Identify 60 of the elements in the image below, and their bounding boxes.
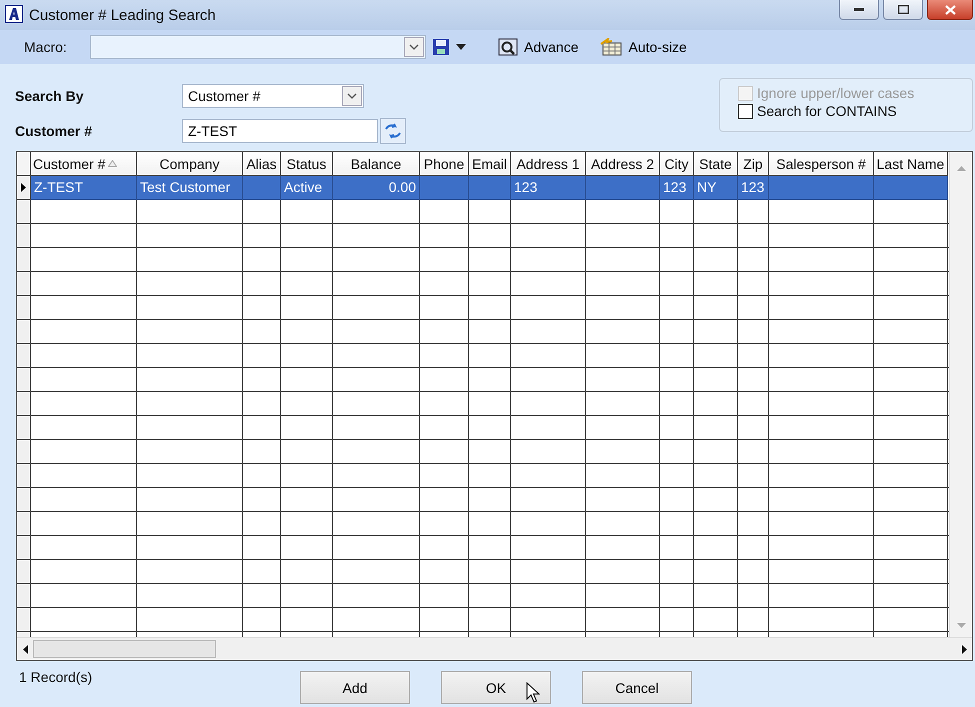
macro-label: Macro: (24, 39, 68, 55)
column-header[interactable]: Email (469, 152, 511, 176)
column-header[interactable]: Status (281, 152, 333, 176)
table-cell: 0.00 (333, 176, 420, 200)
table-cell (420, 176, 469, 200)
column-header[interactable]: Zip (738, 152, 769, 176)
minimize-button[interactable] (839, 0, 879, 20)
table-cell: NY (694, 176, 738, 200)
checkbox-label: Ignore upper/lower cases (757, 85, 914, 101)
magnifier-icon (498, 38, 518, 56)
close-button[interactable] (927, 0, 973, 20)
record-count: 1 Record(s) (19, 669, 94, 685)
search-by-dropdown[interactable]: Customer # (182, 84, 364, 108)
chevron-icon (342, 86, 362, 106)
window-title: Customer # Leading Search (29, 6, 216, 24)
chevron-icon (404, 37, 424, 57)
maximize-button[interactable] (883, 0, 923, 20)
mouse-cursor-icon (526, 682, 540, 704)
save-icon[interactable] (432, 38, 450, 56)
column-header[interactable]: Balance (333, 152, 420, 176)
column-header[interactable]: Address 2 (586, 152, 660, 176)
column-header[interactable]: Customer # (31, 152, 137, 176)
horizontal-scrollbar[interactable] (17, 637, 972, 660)
checkbox[interactable] (738, 104, 753, 118)
table-row[interactable]: Z-TEST Test Customer Active 0.00 123 123 NY 123 (17, 176, 949, 200)
swap-arrows-icon[interactable] (380, 118, 406, 144)
checkbox-label: Search for CONTAINS (757, 103, 897, 119)
minimize-icon (854, 8, 864, 12)
customer-number-field[interactable]: Z-TEST (182, 119, 378, 144)
search-by-label: Search By (15, 88, 84, 104)
dialog-button[interactable]: Add (300, 671, 410, 704)
scrollbar-thumb[interactable] (33, 640, 216, 658)
table-cell: Z-TEST (31, 176, 137, 200)
dialog-button[interactable]: OK (441, 671, 551, 704)
table-lightning-icon (600, 38, 622, 56)
customer-number-label: Customer # (15, 123, 94, 140)
app-logo-icon (5, 4, 23, 26)
table-cell: 123 (738, 176, 769, 200)
column-header[interactable]: City (660, 152, 694, 176)
column-header[interactable]: Last Name (874, 152, 948, 176)
column-header[interactable]: Address 1 (511, 152, 586, 176)
column-header[interactable]: State (694, 152, 738, 176)
row-pointer-icon (21, 183, 26, 192)
close-icon (944, 4, 956, 14)
maximize-icon (898, 5, 908, 14)
table-cell: 123 (660, 176, 694, 200)
auto-size-button[interactable]: Auto-size (592, 38, 695, 56)
row-header[interactable] (17, 176, 31, 200)
advance-button[interactable]: Advance (490, 38, 586, 56)
table-cell: Active (281, 176, 333, 200)
table-cell: Test Customer (137, 176, 243, 200)
table-cell: 123 (511, 176, 586, 200)
column-header[interactable]: Alias (243, 152, 281, 176)
column-header[interactable]: Phone (420, 152, 469, 176)
table-cell (243, 176, 281, 200)
column-header[interactable]: Salesperson # (769, 152, 874, 176)
dialog-button[interactable]: Cancel (582, 671, 692, 704)
caret-icon[interactable] (456, 44, 466, 50)
column-header[interactable]: Company (137, 152, 243, 176)
table-cell (469, 176, 511, 200)
